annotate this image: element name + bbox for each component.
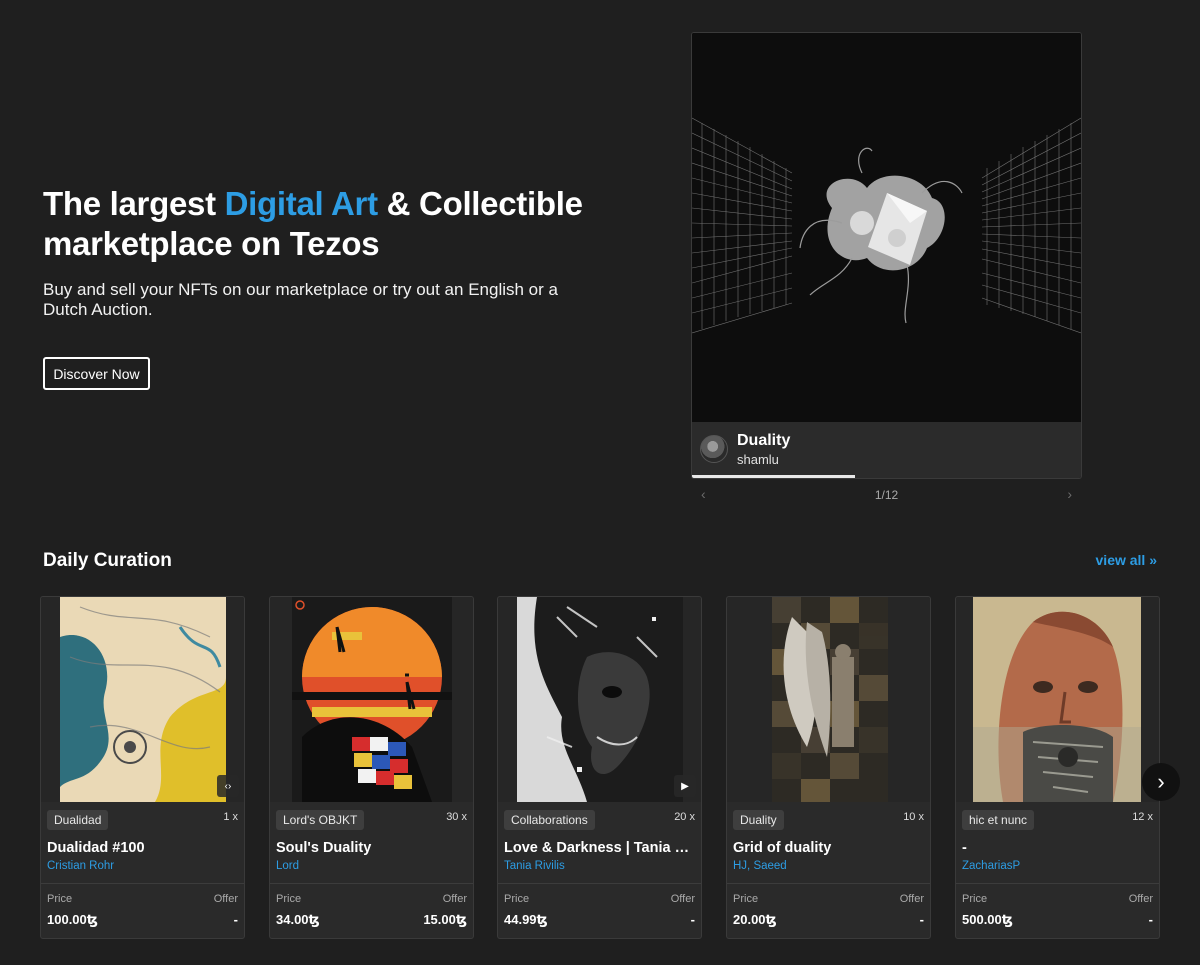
edition-count-suffix: x	[461, 811, 468, 823]
card-divider	[41, 883, 244, 884]
chevron-right-icon[interactable]: ›	[1067, 486, 1072, 502]
edition-count: 10 x	[903, 811, 924, 823]
collection-tag[interactable]: hic et nunc	[962, 810, 1035, 830]
offer-value: -	[1148, 912, 1153, 927]
artwork-card[interactable]: ▶ Collaborations 20 x Love & Darkness | …	[497, 596, 702, 939]
featured-artwork-info: Duality shamlu	[692, 422, 1081, 478]
edition-count-value: 20	[674, 811, 687, 823]
artwork-title[interactable]: Grid of duality	[733, 840, 923, 856]
discover-now-button[interactable]: Discover Now	[43, 357, 150, 390]
artwork-card[interactable]: Lord's OBJKT 30 x Soul's Duality Lord Pr…	[269, 596, 474, 939]
price-value: 20.00ꜩ	[733, 912, 777, 927]
offer-label: Offer	[213, 893, 238, 905]
hero-subtitle: Buy and sell your NFTs on our marketplac…	[43, 280, 558, 319]
code-icon: ‹›	[217, 775, 239, 797]
offer-label: Offer	[899, 893, 924, 905]
edition-count: 20 x	[674, 811, 695, 823]
price-value: 500.00ꜩ	[962, 912, 1013, 927]
collection-tag[interactable]: Dualidad	[47, 810, 109, 830]
artwork-card[interactable]: hic et nunc 12 x - ZachariasP Price Offe…	[955, 596, 1160, 939]
artwork-thumbnail[interactable]	[727, 597, 930, 802]
card-divider	[498, 883, 701, 884]
edition-count-value: 30	[446, 811, 459, 823]
artwork-thumbnail[interactable]: ▶	[498, 597, 701, 802]
price-label: Price	[733, 893, 759, 905]
artwork-thumbnail[interactable]	[270, 597, 473, 802]
artwork-title[interactable]: Soul's Duality	[276, 840, 466, 856]
play-icon[interactable]: ▶	[674, 775, 696, 797]
edition-count-suffix: x	[1147, 811, 1154, 823]
collection-tag[interactable]: Lord's OBJKT	[276, 810, 365, 830]
card-divider	[270, 883, 473, 884]
edition-count-suffix: x	[689, 811, 696, 823]
offer-value: -	[919, 912, 924, 927]
artist-avatar[interactable]	[700, 435, 728, 463]
edition-count-value: 12	[1132, 811, 1145, 823]
featured-artwork-image[interactable]	[692, 33, 1081, 422]
edition-count: 12 x	[1132, 811, 1153, 823]
carousel-counter: 1/12	[874, 488, 899, 502]
card-divider	[956, 883, 1159, 884]
artwork-thumbnail[interactable]: ‹›	[41, 597, 244, 802]
artwork-title[interactable]: Love & Darkness | Tania Rivilis	[504, 840, 694, 856]
price-label: Price	[47, 893, 73, 905]
edition-count-value: 10	[903, 811, 916, 823]
hero-title: The largest Digital Art & Collectible ma…	[43, 184, 643, 264]
price-value: 34.00ꜩ	[276, 912, 320, 927]
offer-label: Offer	[1128, 893, 1153, 905]
carousel-nav: ‹ 1/12 ›	[691, 484, 1082, 506]
edition-count: 1 x	[223, 811, 238, 823]
view-all-link[interactable]: view all »	[1096, 552, 1157, 568]
artist-link[interactable]: ZachariasP	[962, 860, 1020, 872]
offer-label: Offer	[670, 893, 695, 905]
hero: The largest Digital Art & Collectible ma…	[43, 184, 643, 320]
artwork-card[interactable]: ‹› Dualidad 1 x Dualidad #100 Cristian R…	[40, 596, 245, 939]
card-divider	[727, 883, 930, 884]
artwork-thumbnail[interactable]	[956, 597, 1159, 802]
artwork-title[interactable]: -	[962, 840, 1152, 856]
featured-artwork-artist[interactable]: shamlu	[737, 452, 779, 467]
offer-value: -	[233, 912, 238, 927]
featured-artwork-title[interactable]: Duality	[737, 432, 790, 450]
collection-tag[interactable]: Collaborations	[504, 810, 595, 830]
artist-link[interactable]: Lord	[276, 860, 299, 872]
price-value: 100.00ꜩ	[47, 912, 98, 927]
artwork-card[interactable]: Duality 10 x Grid of duality HJ, Saeed P…	[726, 596, 931, 939]
collection-tag[interactable]: Duality	[733, 810, 784, 830]
edition-count-suffix: x	[918, 811, 925, 823]
price-label: Price	[962, 893, 988, 905]
artist-link[interactable]: Tania Rivilis	[504, 860, 565, 872]
edition-count-value: 1	[223, 811, 230, 823]
offer-value: 15.00ꜩ	[423, 912, 467, 927]
artwork-title[interactable]: Dualidad #100	[47, 840, 237, 856]
hero-title-accent: Digital Art	[224, 185, 378, 222]
price-label: Price	[504, 893, 530, 905]
edition-count-suffix: x	[232, 811, 239, 823]
price-label: Price	[276, 893, 302, 905]
edition-count: 30 x	[446, 811, 467, 823]
featured-artwork-card[interactable]: Duality shamlu	[691, 32, 1082, 479]
section-title: Daily Curation	[43, 550, 172, 571]
offer-label: Offer	[442, 893, 467, 905]
chevron-right-icon[interactable]: ›	[1142, 763, 1180, 801]
artist-link[interactable]: HJ, Saeed	[733, 860, 787, 872]
hero-title-part1: The largest	[43, 185, 225, 222]
offer-value: -	[690, 912, 695, 927]
artist-link[interactable]: Cristian Rohr	[47, 860, 114, 872]
price-value: 44.99ꜩ	[504, 912, 548, 927]
carousel-progress-bar	[692, 475, 856, 478]
